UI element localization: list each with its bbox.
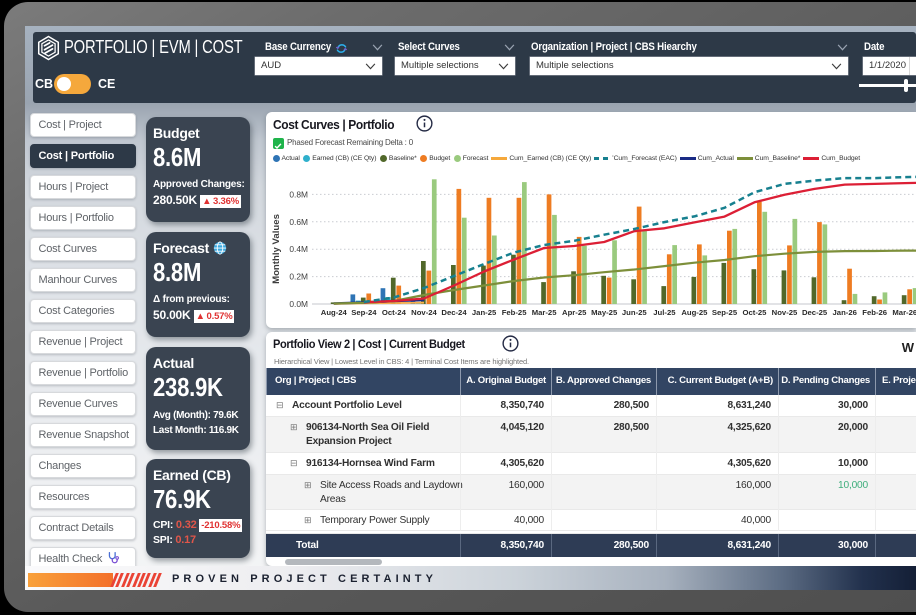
svg-text:Aug-25: Aug-25 — [681, 308, 708, 317]
svg-text:Nov-25: Nov-25 — [772, 308, 798, 317]
svg-text:Monthly Values: Monthly Values — [271, 214, 282, 284]
svg-text:Dec-24: Dec-24 — [441, 308, 467, 317]
svg-text:Jul-25: Jul-25 — [653, 308, 676, 317]
svg-text:Sep-24: Sep-24 — [351, 308, 377, 317]
svg-text:0.6M: 0.6M — [289, 217, 308, 227]
svg-text:Feb-26: Feb-26 — [862, 308, 887, 317]
svg-text:0.2M: 0.2M — [289, 272, 308, 282]
svg-text:Oct-24: Oct-24 — [382, 308, 407, 317]
svg-text:Nov-24: Nov-24 — [411, 308, 437, 317]
svg-text:Dec-25: Dec-25 — [802, 308, 828, 317]
svg-text:0.8M: 0.8M — [289, 189, 308, 199]
svg-text:0.0M: 0.0M — [289, 299, 308, 309]
svg-text:Mar-26: Mar-26 — [892, 308, 916, 317]
svg-text:0.4M: 0.4M — [289, 244, 308, 254]
svg-text:Apr-25: Apr-25 — [562, 308, 587, 317]
svg-text:Feb-25: Feb-25 — [502, 308, 528, 317]
svg-text:Jun-25: Jun-25 — [622, 308, 648, 317]
svg-text:Sep-25: Sep-25 — [712, 308, 738, 317]
svg-text:Oct-25: Oct-25 — [743, 308, 768, 317]
svg-text:Jan-25: Jan-25 — [472, 308, 497, 317]
svg-text:Mar-25: Mar-25 — [532, 308, 558, 317]
svg-text:Aug-24: Aug-24 — [321, 308, 348, 317]
svg-text:May-25: May-25 — [591, 308, 618, 317]
svg-text:Jan-26: Jan-26 — [833, 308, 857, 317]
